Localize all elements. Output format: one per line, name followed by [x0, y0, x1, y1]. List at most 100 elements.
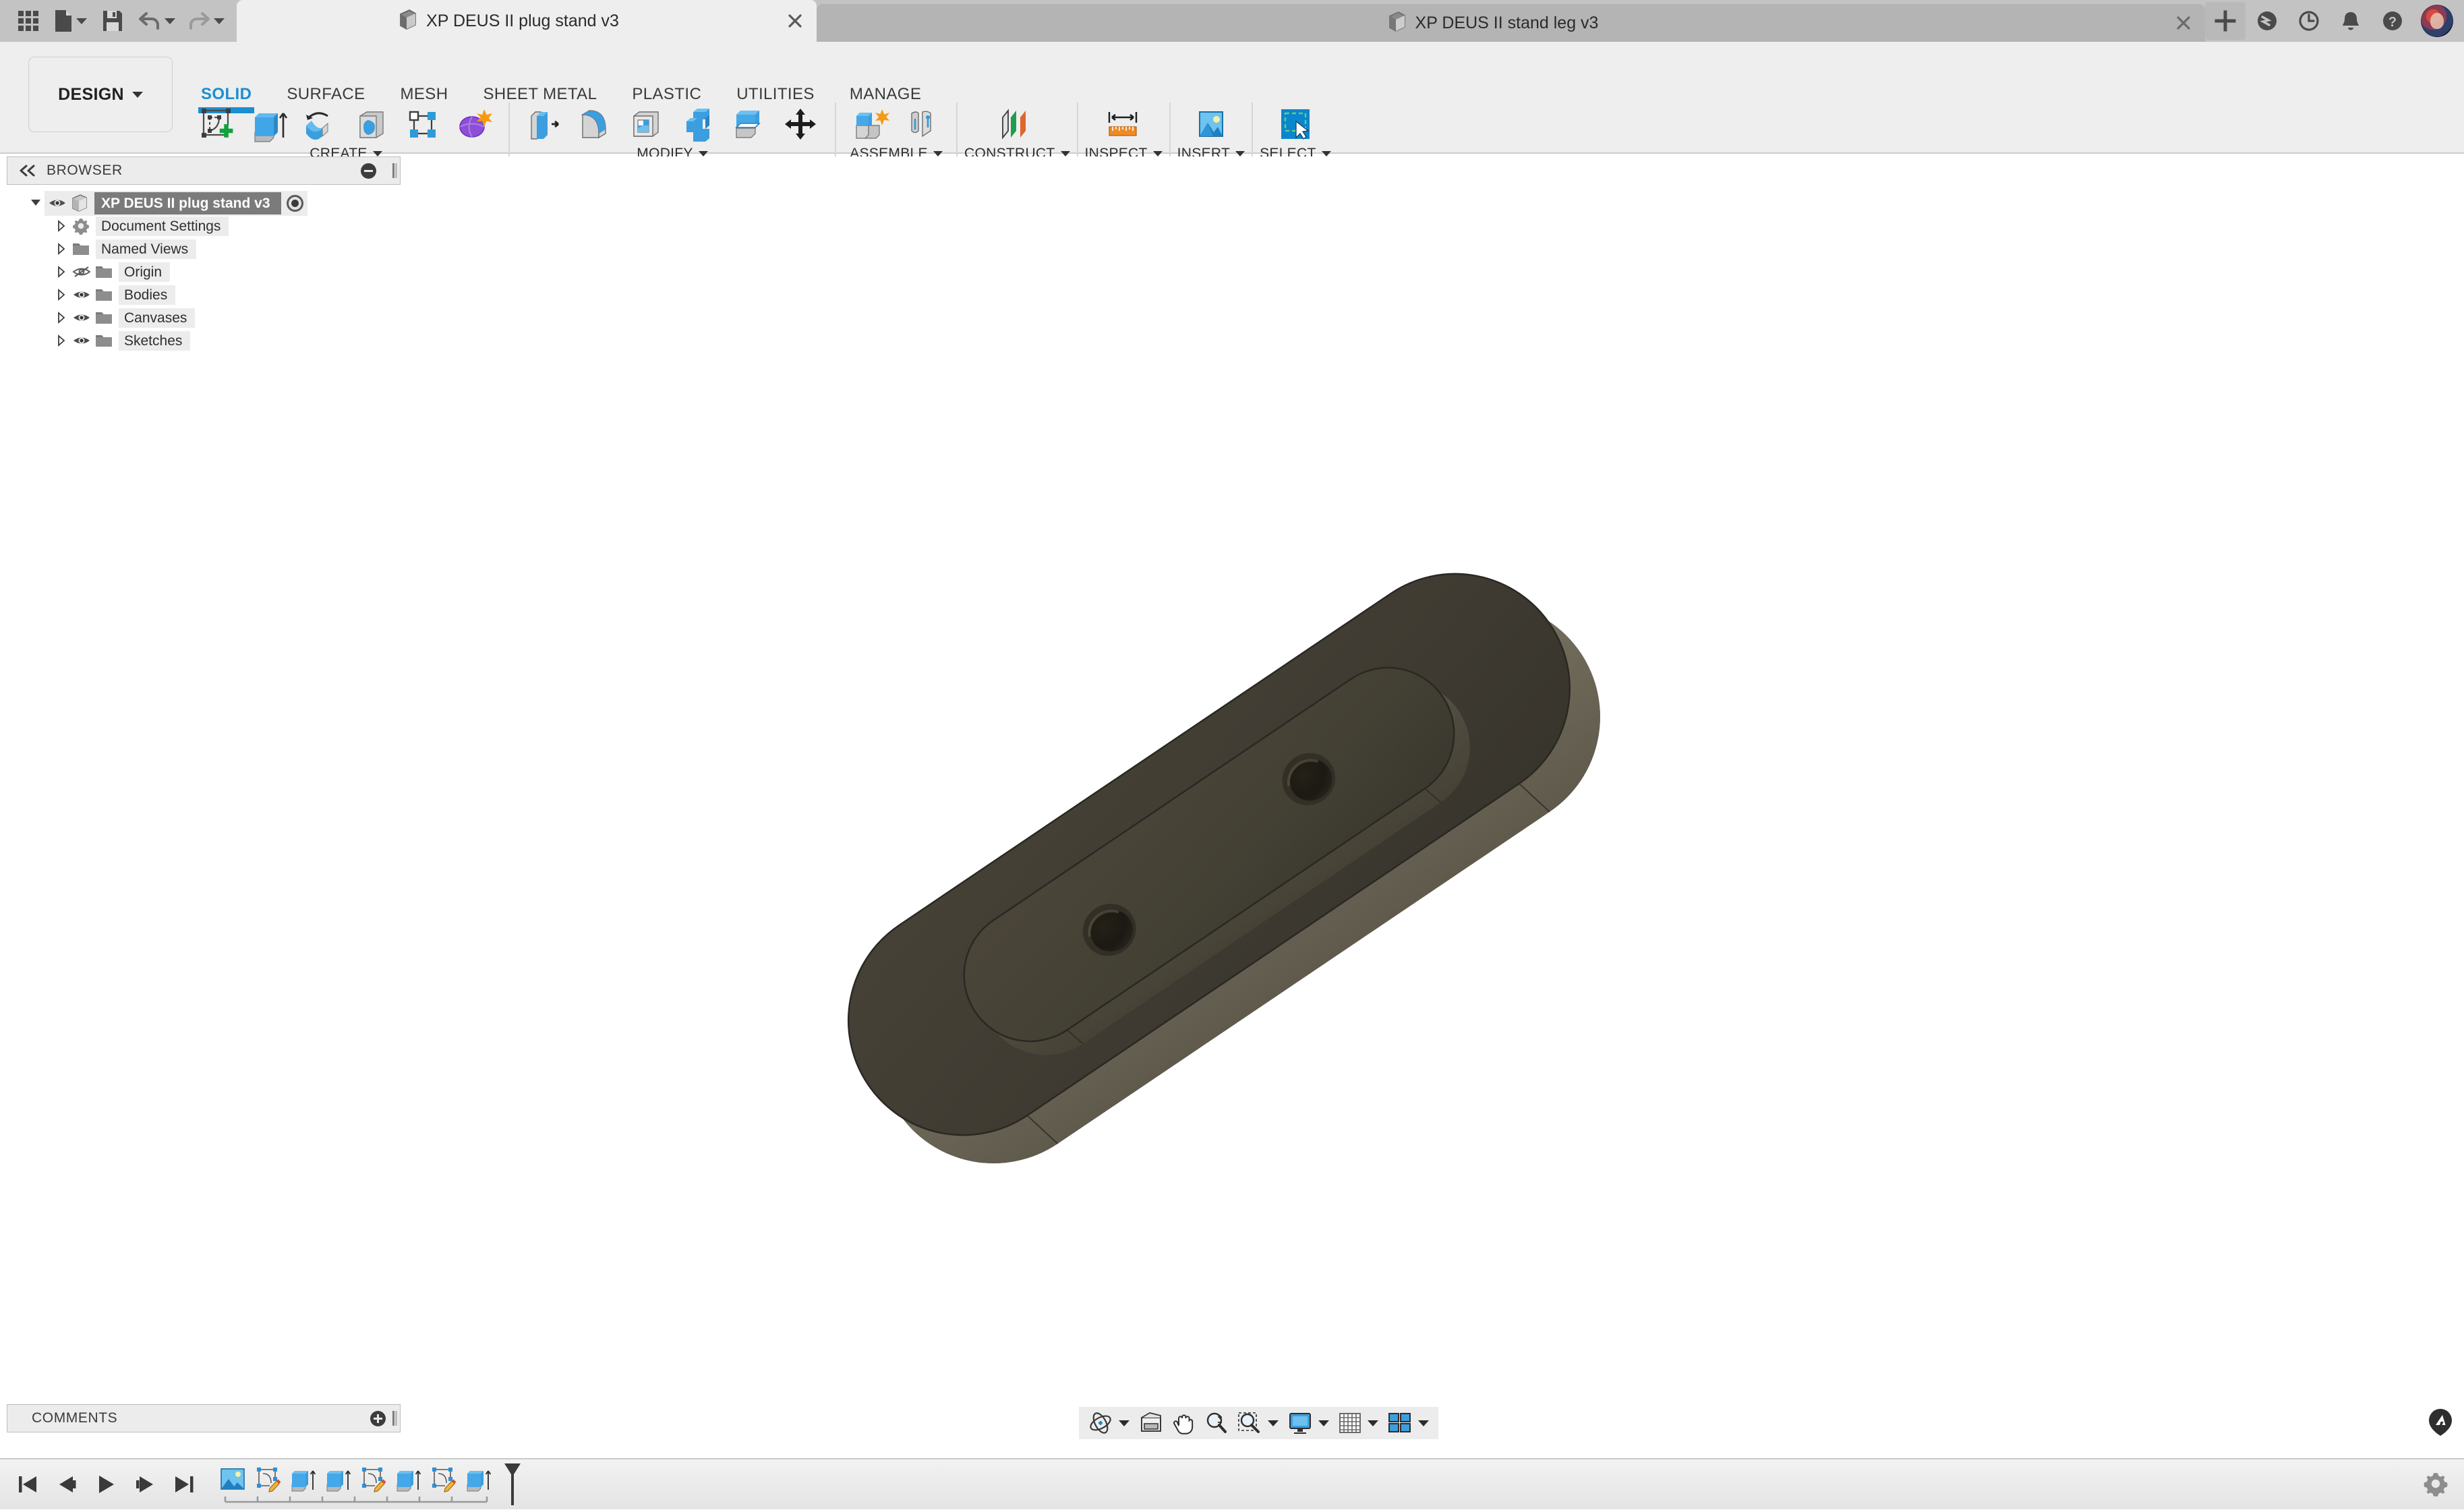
timeline-canvas-feature[interactable]: [216, 1462, 251, 1497]
new-tab-icon[interactable]: [2205, 2, 2246, 40]
combine-icon[interactable]: [677, 104, 719, 146]
loft-icon[interactable]: [402, 104, 444, 146]
step-forward-icon[interactable]: [127, 1466, 163, 1503]
grid-snaps-icon[interactable]: [1334, 1408, 1366, 1438]
chevron-down-icon[interactable]: [1318, 1420, 1329, 1426]
revolve-icon[interactable]: [299, 104, 341, 146]
expand-triangle-icon[interactable]: [53, 240, 70, 258]
timeline-extrude-feature[interactable]: [391, 1462, 426, 1497]
extensions-icon[interactable]: [2247, 2, 2287, 40]
orbit-icon[interactable]: [1084, 1408, 1117, 1438]
activate-component-radio[interactable]: [287, 195, 303, 212]
collapse-panel-icon[interactable]: [18, 164, 37, 177]
visibility-eye-off-icon[interactable]: [70, 265, 93, 279]
expand-triangle-icon[interactable]: [53, 217, 70, 235]
document-tab-inactive[interactable]: XP DEUS II stand leg v3: [817, 4, 2205, 42]
tree-row-sketches[interactable]: Sketches: [0, 329, 410, 352]
job-status-icon[interactable]: [2289, 2, 2329, 40]
ribbon-tab-manage[interactable]: MANAGE: [832, 85, 939, 104]
tree-row-named-views[interactable]: Named Views: [0, 237, 410, 260]
close-icon[interactable]: [2169, 8, 2198, 38]
sweep-icon[interactable]: [351, 104, 392, 146]
chevron-down-icon[interactable]: [1418, 1420, 1429, 1426]
new-component-icon[interactable]: [850, 104, 891, 146]
tree-row-bodies[interactable]: Bodies: [0, 283, 410, 306]
press-pull-icon[interactable]: [523, 104, 565, 146]
minimize-panel-icon[interactable]: [361, 163, 376, 179]
fillet-icon[interactable]: [575, 104, 616, 146]
joint-icon[interactable]: [901, 104, 943, 146]
chevron-down-icon[interactable]: [1268, 1420, 1279, 1426]
timeline-marker[interactable]: [500, 1462, 525, 1507]
expand-triangle-icon[interactable]: [53, 309, 70, 326]
viewport-canvas[interactable]: BOTTOM LEFT FRONT X Y Z: [410, 156, 2464, 1404]
create-form-icon[interactable]: [453, 104, 495, 146]
extrude-icon[interactable]: [248, 104, 290, 146]
file-icon[interactable]: [51, 6, 90, 36]
tree-row-canvases[interactable]: Canvases: [0, 306, 410, 329]
chevron-down-icon[interactable]: [165, 18, 175, 24]
settings-gear-icon[interactable]: [2422, 1470, 2449, 1497]
visibility-eye-icon[interactable]: [70, 288, 93, 301]
step-back-icon[interactable]: [49, 1466, 85, 1503]
move-copy-icon[interactable]: [780, 104, 821, 146]
expand-triangle-icon[interactable]: [53, 286, 70, 303]
close-icon[interactable]: [780, 6, 810, 36]
timeline-sketch-feature[interactable]: [426, 1462, 461, 1497]
ribbon-tab-surface[interactable]: SURFACE: [269, 85, 382, 104]
save-icon[interactable]: [96, 6, 129, 36]
expand-triangle-icon[interactable]: [27, 194, 45, 212]
autodesk-badge-icon[interactable]: [2426, 1408, 2455, 1436]
ribbon-tab-plastic[interactable]: PLASTIC: [614, 85, 719, 104]
timeline-sketch-feature[interactable]: [251, 1462, 286, 1497]
expand-triangle-icon[interactable]: [53, 332, 70, 349]
tree-row-origin[interactable]: Origin: [0, 260, 410, 283]
play-icon[interactable]: [88, 1466, 124, 1503]
create-sketch-icon[interactable]: [197, 104, 239, 146]
measure-icon[interactable]: [1098, 104, 1148, 146]
go-to-end-icon[interactable]: [166, 1466, 202, 1503]
notifications-bell-icon[interactable]: [2330, 2, 2371, 40]
zoom-icon[interactable]: [1201, 1408, 1232, 1438]
tree-row-root[interactable]: XP DEUS II plug stand v3: [0, 192, 410, 214]
chevron-down-icon[interactable]: [214, 18, 225, 24]
panel-resize-grip[interactable]: [392, 1411, 394, 1426]
avatar[interactable]: [2421, 5, 2453, 37]
visibility-eye-icon[interactable]: [70, 334, 93, 347]
model-3d-body[interactable]: [410, 156, 2464, 1404]
help-icon[interactable]: ?: [2372, 2, 2413, 40]
redo-icon[interactable]: [185, 6, 227, 36]
undo-icon[interactable]: [136, 6, 178, 36]
ribbon-tab-utilities[interactable]: UTILITIES: [719, 85, 832, 104]
chevron-down-icon[interactable]: [76, 18, 87, 24]
insert-canvas-icon[interactable]: [1186, 104, 1236, 146]
split-body-icon[interactable]: [728, 104, 770, 146]
select-icon[interactable]: [1270, 104, 1320, 146]
tree-row-document-settings[interactable]: Document Settings: [0, 214, 410, 237]
ribbon-tab-solid[interactable]: SOLID: [183, 85, 269, 104]
timeline-sketch-feature[interactable]: [356, 1462, 391, 1497]
visibility-eye-icon[interactable]: [70, 311, 93, 324]
offset-plane-icon[interactable]: [992, 104, 1042, 146]
workspace-selector[interactable]: DESIGN: [28, 57, 173, 132]
zoom-window-icon[interactable]: [1233, 1408, 1266, 1438]
add-comment-icon[interactable]: [370, 1411, 386, 1426]
panel-resize-grip[interactable]: [392, 163, 394, 178]
look-at-icon[interactable]: [1135, 1408, 1167, 1438]
ribbon-tab-mesh[interactable]: MESH: [383, 85, 466, 104]
timeline-extrude-feature[interactable]: [321, 1462, 356, 1497]
timeline-extrude-feature[interactable]: [461, 1462, 496, 1497]
expand-triangle-icon[interactable]: [53, 263, 70, 281]
shell-icon[interactable]: [626, 104, 668, 146]
timeline-extrude-feature[interactable]: [286, 1462, 321, 1497]
visibility-eye-icon[interactable]: [46, 196, 69, 210]
display-settings-icon[interactable]: [1284, 1408, 1316, 1438]
ribbon-tab-sheet-metal[interactable]: SHEET METAL: [465, 85, 614, 104]
viewports-icon[interactable]: [1384, 1408, 1416, 1438]
document-tab-active[interactable]: XP DEUS II plug stand v3: [237, 0, 817, 42]
chevron-down-icon[interactable]: [1368, 1420, 1378, 1426]
app-grid-icon[interactable]: [12, 6, 45, 36]
chevron-down-icon[interactable]: [1119, 1420, 1130, 1426]
go-to-beginning-icon[interactable]: [9, 1466, 46, 1503]
pan-icon[interactable]: [1169, 1408, 1200, 1438]
